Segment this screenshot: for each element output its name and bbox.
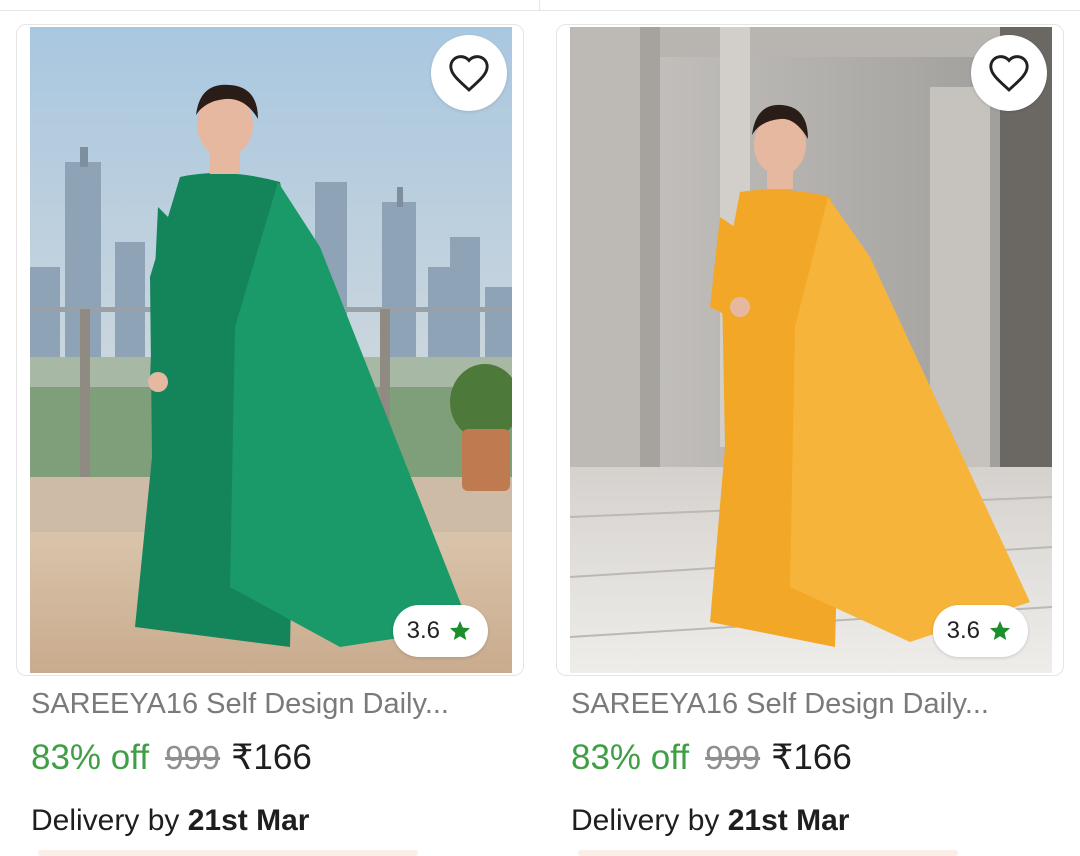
delivery-prefix: Delivery by xyxy=(31,804,180,837)
product-image[interactable] xyxy=(570,27,1052,673)
rating-value: 3.6 xyxy=(406,617,440,644)
wishlist-button[interactable] xyxy=(971,35,1047,111)
rating-badge: 3.6 xyxy=(392,605,488,657)
discount-label: 83% off xyxy=(31,738,150,777)
card-bottom-strip xyxy=(38,850,418,856)
rating-value: 3.6 xyxy=(946,617,980,644)
sale-price: ₹166 xyxy=(231,738,312,777)
sale-price: ₹166 xyxy=(771,738,852,777)
delivery-prefix: Delivery by xyxy=(571,804,720,837)
discount-label: 83% off xyxy=(571,738,690,777)
product-card[interactable]: 3.6 SAREEYA16 Self Design Daily... 83% o… xyxy=(16,24,524,856)
product-image-frame[interactable]: 3.6 xyxy=(556,24,1064,676)
star-icon xyxy=(990,621,1010,640)
product-image-frame[interactable]: 3.6 xyxy=(16,24,524,676)
price-row: 83% off 999 ₹166 xyxy=(571,738,852,778)
wishlist-button[interactable] xyxy=(431,35,507,111)
mrp-strikethrough: 999 xyxy=(165,739,221,776)
heart-outline-icon xyxy=(449,55,489,92)
top-divider xyxy=(0,0,1080,11)
product-card[interactable]: 3.6 SAREEYA16 Self Design Daily... 83% o… xyxy=(556,24,1064,856)
product-title[interactable]: SAREEYA16 Self Design Daily... xyxy=(571,688,989,721)
star-icon xyxy=(450,621,470,640)
rating-badge: 3.6 xyxy=(932,605,1028,657)
product-image[interactable] xyxy=(30,27,512,673)
card-bottom-strip xyxy=(578,850,958,856)
delivery-info: Delivery by 21st Mar xyxy=(31,804,309,838)
heart-outline-icon xyxy=(989,55,1029,92)
delivery-info: Delivery by 21st Mar xyxy=(571,804,849,838)
product-title[interactable]: SAREEYA16 Self Design Daily... xyxy=(31,688,449,721)
delivery-date: 21st Mar xyxy=(727,804,850,837)
delivery-date: 21st Mar xyxy=(187,804,310,837)
mrp-strikethrough: 999 xyxy=(705,739,761,776)
price-row: 83% off 999 ₹166 xyxy=(31,738,312,778)
